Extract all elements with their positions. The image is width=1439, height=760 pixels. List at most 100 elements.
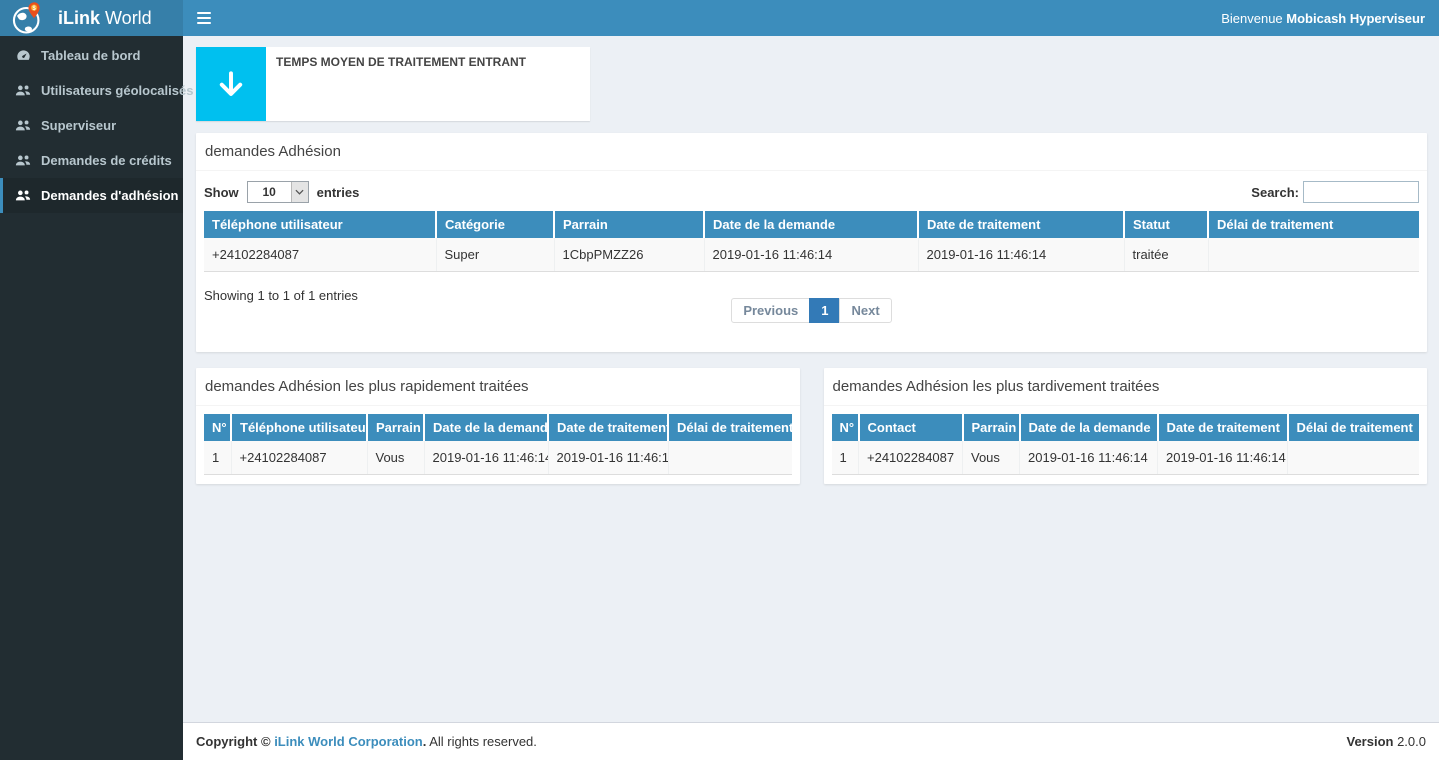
cell-telephone: +24102284087 [231, 441, 367, 475]
pagination-page-1-button[interactable]: 1 [809, 298, 840, 323]
page-length-value: 10 [248, 182, 291, 202]
pagination-previous-button[interactable]: Previous [731, 298, 810, 323]
sidebar-item-label: Tableau de bord [41, 48, 140, 63]
col-header-date-traitement[interactable]: Date de traitement [918, 211, 1124, 238]
rapidement-traitees-table: N° Téléphone utilisateur Parrain Date de… [204, 414, 792, 475]
copyright-text: Copyright © iLink World Corporation. All… [196, 734, 537, 749]
cell-contact: +24102284087 [859, 441, 963, 475]
info-box-title: TEMPS MOYEN DE TRAITEMENT ENTRANT [276, 55, 526, 69]
panel-title: demandes Adhésion [196, 133, 1427, 171]
users-icon [15, 154, 31, 167]
panel-tardivement-traitees: demandes Adhésion les plus tardivement t… [824, 368, 1428, 484]
cell-parrain: 1CbpPMZZ26 [554, 238, 704, 272]
cell-categorie: Super [436, 238, 554, 272]
hamburger-icon [197, 12, 211, 24]
sidebar-toggle-button[interactable] [183, 0, 225, 36]
main-footer: Copyright © iLink World Corporation. All… [183, 722, 1439, 760]
chevron-down-icon [291, 182, 308, 202]
table-info-text: Showing 1 to 1 of 1 entries [204, 288, 358, 303]
sidebar-item-label: Superviseur [41, 118, 116, 133]
cell-delai [1208, 238, 1419, 272]
sidebar-item-superviseur[interactable]: Superviseur [0, 108, 183, 143]
cell-date-demande: 2019-01-16 11:46:14 [424, 441, 548, 475]
main-header: $ iLink World Bienvenue Mobicash Hypervi… [0, 0, 1439, 36]
sidebar-item-demandes-dadhesion[interactable]: Demandes d'adhésion [0, 178, 183, 213]
col-header-date-demande[interactable]: Date de la demande [1020, 414, 1158, 441]
table-header-row: N° Contact Parrain Date de la demande Da… [832, 414, 1420, 441]
show-label: Show [204, 185, 239, 200]
sidebar-item-label: Demandes de crédits [41, 153, 172, 168]
cell-date-traitement: 2019-01-16 11:46:14 [918, 238, 1124, 272]
users-icon [15, 119, 31, 132]
col-header-numero[interactable]: N° [204, 414, 231, 441]
panel-title: demandes Adhésion les plus tardivement t… [824, 368, 1428, 406]
col-header-telephone[interactable]: Téléphone utilisateur [204, 211, 436, 238]
table-row: 1 +24102284087 Vous 2019-01-16 11:46:14 … [204, 441, 792, 475]
company-link[interactable]: iLink World Corporation [274, 734, 423, 749]
cell-delai [668, 441, 792, 475]
col-header-date-demande[interactable]: Date de la demande [704, 211, 918, 238]
search-input[interactable] [1303, 181, 1419, 203]
col-header-categorie[interactable]: Catégorie [436, 211, 554, 238]
col-header-parrain[interactable]: Parrain [554, 211, 704, 238]
cell-parrain: Vous [963, 441, 1020, 475]
panel-title: demandes Adhésion les plus rapidement tr… [196, 368, 800, 406]
cell-date-traitement: 2019-01-16 11:46:14 [1158, 441, 1288, 475]
col-header-delai[interactable]: Délai de traitement [668, 414, 792, 441]
col-header-contact[interactable]: Contact [859, 414, 963, 441]
search-label: Search: [1251, 185, 1299, 200]
cell-numero: 1 [832, 441, 859, 475]
info-box-temps-moyen: TEMPS MOYEN DE TRAITEMENT ENTRANT [196, 47, 590, 121]
table-row: +24102284087 Super 1CbpPMZZ26 2019-01-16… [204, 238, 1419, 272]
arrow-down-icon [196, 47, 266, 121]
svg-text:$: $ [32, 4, 36, 11]
sidebar-item-demandes-de-credits[interactable]: Demandes de crédits [0, 143, 183, 178]
col-header-parrain[interactable]: Parrain [367, 414, 424, 441]
cell-numero: 1 [204, 441, 231, 475]
col-header-date-traitement[interactable]: Date de traitement [548, 414, 668, 441]
col-header-date-traitement[interactable]: Date de traitement [1158, 414, 1288, 441]
entries-label: entries [317, 185, 360, 200]
col-header-statut[interactable]: Statut [1124, 211, 1208, 238]
table-search-control: Search: [1251, 181, 1419, 203]
tardivement-traitees-table: N° Contact Parrain Date de la demande Da… [832, 414, 1420, 475]
welcome-text: Bienvenue Mobicash Hyperviseur [1221, 11, 1425, 26]
cell-date-demande: 2019-01-16 11:46:14 [1020, 441, 1158, 475]
col-header-delai[interactable]: Délai de traitement [1288, 414, 1420, 441]
users-icon [15, 189, 31, 202]
sidebar-item-tableau-de-bord[interactable]: Tableau de bord [0, 38, 183, 73]
content-wrapper: TEMPS MOYEN DE TRAITEMENT ENTRANT demand… [183, 36, 1439, 760]
dashboard-icon [15, 48, 31, 63]
col-header-date-demande[interactable]: Date de la demande [424, 414, 548, 441]
col-header-telephone[interactable]: Téléphone utilisateur [231, 414, 367, 441]
panel-rapidement-traitees: demandes Adhésion les plus rapidement tr… [196, 368, 800, 484]
brand-logo[interactable]: $ iLink World [0, 0, 183, 36]
version-text: Version 2.0.0 [1346, 734, 1426, 749]
sidebar-item-label: Utilisateurs géolocalisés [41, 83, 193, 98]
cell-date-traitement: 2019-01-16 11:46:14 [548, 441, 668, 475]
cell-telephone: +24102284087 [204, 238, 436, 272]
brand-title: iLink World [58, 8, 152, 29]
cell-delai [1288, 441, 1420, 475]
table-header-row: Téléphone utilisateur Catégorie Parrain … [204, 211, 1419, 238]
sidebar-item-utilisateurs-geolocalises[interactable]: Utilisateurs géolocalisés [0, 73, 183, 108]
users-icon [15, 84, 31, 97]
table-row: 1 +24102284087 Vous 2019-01-16 11:46:14 … [832, 441, 1420, 475]
table-header-row: N° Téléphone utilisateur Parrain Date de… [204, 414, 792, 441]
cell-date-demande: 2019-01-16 11:46:14 [704, 238, 918, 272]
panel-demandes-adhesion: demandes Adhésion Show 10 entries [196, 133, 1427, 352]
pagination: Previous 1 Next [731, 298, 891, 323]
table-length-control: Show 10 entries [204, 181, 359, 203]
globe-pin-logo-icon: $ [10, 1, 45, 36]
demandes-adhesion-table: Téléphone utilisateur Catégorie Parrain … [204, 211, 1419, 272]
top-navbar: Bienvenue Mobicash Hyperviseur [183, 0, 1439, 36]
sidebar: Tableau de bord Utilisateurs géolocalisé… [0, 36, 183, 760]
col-header-parrain[interactable]: Parrain [963, 414, 1020, 441]
page-length-select[interactable]: 10 [247, 181, 309, 203]
col-header-numero[interactable]: N° [832, 414, 859, 441]
sidebar-item-label: Demandes d'adhésion [41, 188, 178, 203]
cell-parrain: Vous [367, 441, 424, 475]
col-header-delai[interactable]: Délai de traitement [1208, 211, 1419, 238]
cell-statut: traitée [1124, 238, 1208, 272]
pagination-next-button[interactable]: Next [839, 298, 891, 323]
